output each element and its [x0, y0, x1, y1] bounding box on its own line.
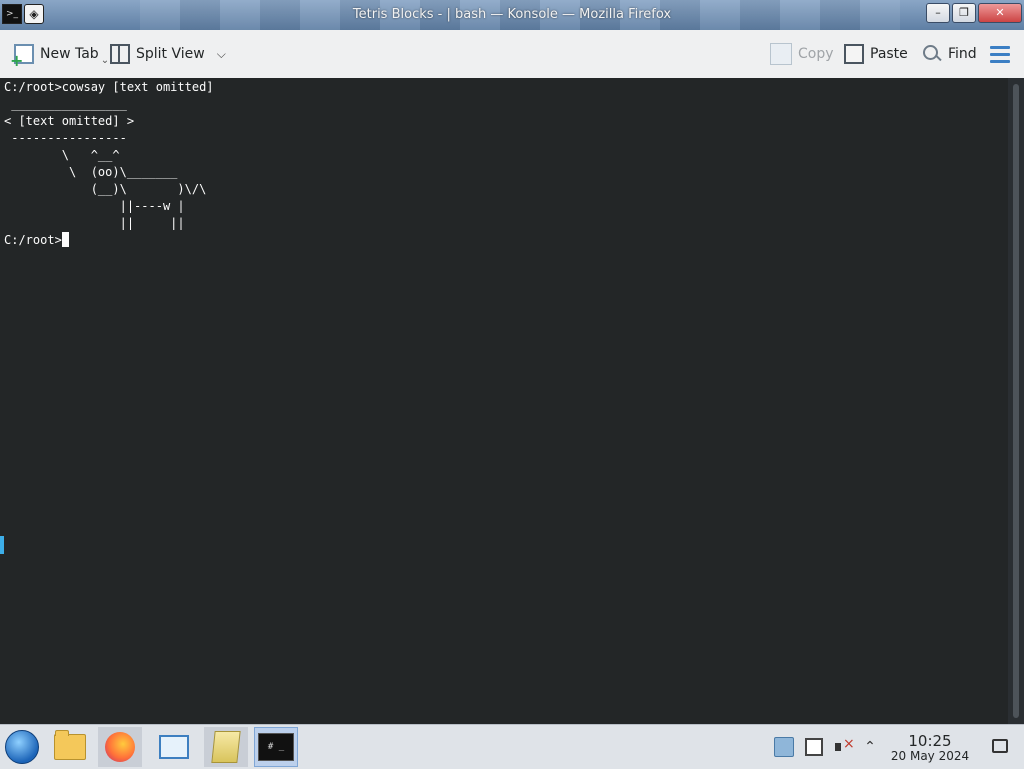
tray-clipboard[interactable] — [774, 735, 794, 759]
close-button[interactable]: ✕ — [978, 3, 1022, 23]
taskbar: # _ ⌃ 10:25 20 May 2024 — [0, 724, 1024, 769]
split-view-icon — [110, 44, 130, 64]
search-icon — [922, 44, 942, 64]
tray-expand[interactable]: ⌃ — [860, 735, 880, 759]
taskbar-file-manager[interactable] — [48, 727, 92, 767]
clock-date: 20 May 2024 — [890, 749, 970, 763]
terminal-line: \ (oo)\_______ — [4, 165, 178, 179]
find-button[interactable]: Find — [922, 42, 977, 66]
notes-tray-icon — [805, 738, 823, 756]
chevron-down-icon[interactable]: ⌵ — [217, 47, 226, 62]
volume-muted-icon — [833, 736, 855, 756]
new-tab-dropdown-icon[interactable]: ⌄ — [101, 55, 109, 66]
hamburger-menu-icon[interactable] — [990, 46, 1010, 63]
new-tab-icon — [10, 44, 34, 70]
new-tab-label: New Tab — [40, 46, 99, 62]
clock[interactable]: 10:25 20 May 2024 — [886, 733, 974, 763]
notes-icon — [211, 731, 241, 763]
tray-notes[interactable] — [804, 735, 824, 759]
konsole-toolbar: New Tab ⌄ Split View ⌵ Copy Paste Find — [0, 30, 1024, 79]
clipboard-icon — [774, 737, 794, 757]
terminal-line: ---------------- — [4, 131, 127, 145]
taskbar-konsole[interactable]: # _ — [254, 727, 298, 767]
taskbar-firefox[interactable] — [98, 727, 142, 767]
terminal-output[interactable]: C:/root>cowsay [text omitted] __________… — [0, 78, 1008, 724]
terminal-line: \ ^__^ — [4, 148, 120, 162]
split-view-label: Split View — [136, 46, 205, 62]
konsole-icon: # _ — [258, 733, 294, 761]
terminal-line: C:/root>cowsay [text omitted] — [4, 80, 214, 94]
copy-label: Copy — [798, 46, 834, 62]
terminal-prompt: C:/root> — [4, 233, 62, 247]
chevron-up-icon: ⌃ — [864, 739, 876, 755]
taskbar-notes[interactable] — [204, 727, 248, 767]
text-cursor — [61, 232, 69, 247]
find-label: Find — [948, 46, 977, 62]
system-monitor-icon — [159, 735, 189, 759]
paste-icon — [844, 44, 864, 64]
clock-time: 10:25 — [908, 732, 952, 750]
paste-button[interactable]: Paste — [844, 42, 908, 66]
maximize-button[interactable]: ❐ — [952, 3, 976, 23]
copy-icon — [770, 43, 792, 65]
start-menu-button[interactable] — [0, 727, 44, 767]
new-tab-button[interactable]: New Tab ⌄ — [10, 42, 109, 70]
start-orb-icon — [5, 730, 39, 764]
copy-button[interactable]: Copy — [770, 42, 834, 66]
edge-marker — [0, 536, 4, 554]
window-title: Tetris Blocks - | bash — Konsole — Mozil… — [352, 7, 672, 22]
terminal-line: || || — [4, 216, 185, 230]
tray-volume[interactable] — [832, 735, 855, 759]
terminal-line: (__)\ )\/\ — [4, 182, 207, 196]
window-controls: – ❐ ✕ — [926, 3, 1022, 23]
window-titlebar[interactable]: >_ ◈ Tetris Blocks - | bash — Konsole — … — [0, 0, 1024, 30]
terminal-line: < [text omitted] > — [4, 114, 135, 128]
minimize-button[interactable]: – — [926, 3, 950, 23]
scrollbar-thumb[interactable] — [1013, 84, 1019, 718]
terminal-line: ________________ — [4, 97, 127, 111]
taskbar-system-monitor[interactable] — [152, 727, 196, 767]
terminal-scrollbar[interactable] — [1008, 78, 1024, 724]
folder-icon — [54, 730, 86, 760]
show-desktop-icon[interactable] — [992, 739, 1008, 753]
paste-label: Paste — [870, 46, 908, 62]
terminal-line: ||----w | — [4, 199, 185, 213]
split-view-button[interactable]: Split View ⌵ — [110, 42, 226, 66]
firefox-icon — [105, 732, 135, 762]
